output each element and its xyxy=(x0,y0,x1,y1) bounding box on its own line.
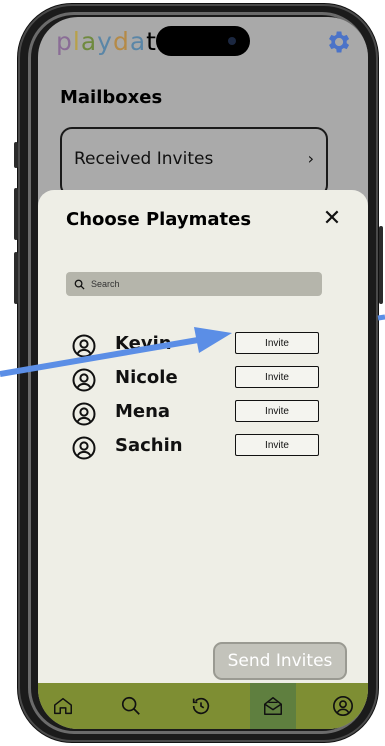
received-invites-card[interactable]: Received Invites › xyxy=(60,127,328,197)
person-circle-icon xyxy=(72,368,96,392)
send-invites-button[interactable]: Send Invites xyxy=(213,642,347,680)
person-circle-icon xyxy=(72,436,96,460)
invite-button[interactable]: Invite xyxy=(235,366,319,388)
app-logo: playdat xyxy=(56,27,157,56)
home-icon xyxy=(54,697,72,715)
invite-button[interactable]: Invite xyxy=(235,332,319,354)
playmate-name: Sachin xyxy=(115,435,183,456)
tab-profile[interactable] xyxy=(320,683,366,729)
profile-icon xyxy=(333,696,353,716)
person-circle-icon xyxy=(72,334,96,358)
invite-button[interactable]: Invite xyxy=(235,400,319,422)
tab-home[interactable] xyxy=(40,683,86,729)
volume-up-button xyxy=(14,188,18,240)
playmate-row: Kevin Invite xyxy=(72,332,332,366)
sheet-title: Choose Playmates xyxy=(66,209,252,230)
tab-search[interactable] xyxy=(108,683,154,729)
search-icon xyxy=(74,279,85,290)
received-invites-label: Received Invites xyxy=(74,149,214,169)
tab-bar xyxy=(38,683,368,729)
playmate-list: Kevin Invite Nicole Invite Mena Invite S… xyxy=(72,332,332,468)
playmate-row: Sachin Invite xyxy=(72,434,332,468)
screen: playdat Mailboxes Received Invites › Cho… xyxy=(38,17,368,729)
dynamic-island xyxy=(156,26,250,56)
search-icon xyxy=(121,696,140,715)
playmate-name: Kevin xyxy=(115,333,172,354)
page-title: Mailboxes xyxy=(60,87,163,108)
search-bar[interactable] xyxy=(66,272,322,296)
playmate-row: Mena Invite xyxy=(72,400,332,434)
side-button xyxy=(14,142,18,168)
volume-down-button xyxy=(14,252,18,304)
close-button[interactable]: ✕ xyxy=(318,204,346,232)
invite-button[interactable]: Invite xyxy=(235,434,319,456)
tab-history[interactable] xyxy=(178,683,224,729)
tab-mailbox[interactable] xyxy=(250,683,296,729)
playmate-row: Nicole Invite xyxy=(72,366,332,400)
arrow-right xyxy=(377,314,385,321)
search-input[interactable] xyxy=(89,278,313,290)
power-button xyxy=(379,226,383,304)
top-bar: playdat xyxy=(38,17,368,69)
playmate-name: Mena xyxy=(115,401,171,422)
playmate-name: Nicole xyxy=(115,367,178,388)
history-icon xyxy=(192,697,210,715)
mailbox-icon xyxy=(264,697,282,715)
choose-playmates-sheet: Choose Playmates ✕ Kevin Invite xyxy=(38,190,368,690)
gear-icon[interactable] xyxy=(324,28,352,56)
chevron-right-icon: › xyxy=(307,149,314,168)
person-circle-icon xyxy=(72,402,96,426)
camera-dot xyxy=(228,37,236,45)
